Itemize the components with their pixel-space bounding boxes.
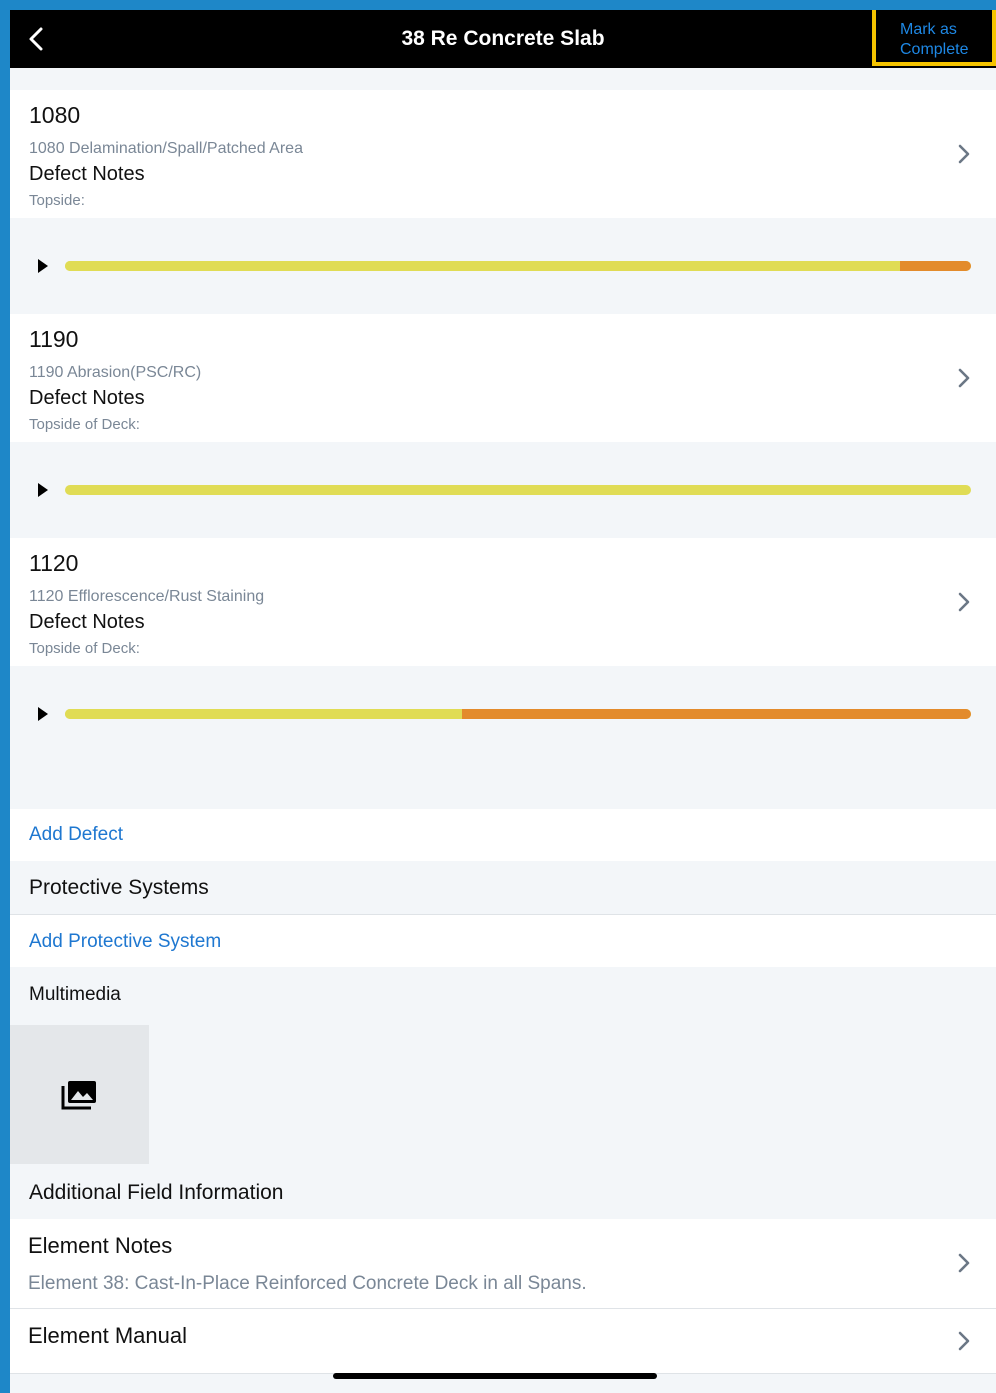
condition-state-bar	[65, 709, 971, 719]
chevron-right-icon	[956, 590, 972, 614]
add-defect-row[interactable]: Add Defect	[10, 809, 996, 861]
defect-name: 1120 Efflorescence/Rust Staining	[29, 588, 265, 605]
multimedia-title: Multimedia	[29, 984, 121, 1005]
chevron-right-icon	[956, 366, 972, 390]
cs2-segment	[65, 709, 462, 719]
add-media-tile[interactable]	[10, 1025, 149, 1164]
chevron-right-icon	[956, 1329, 972, 1353]
add-defect-link[interactable]: Add Defect	[29, 824, 123, 846]
defect-name: 1080 Delamination/Spall/Patched Area	[29, 140, 303, 157]
element-manual-label: Element Manual	[28, 1323, 187, 1348]
expand-play-icon[interactable]	[38, 483, 48, 497]
defect-row-1120[interactable]: 1120 1120 Efflorescence/Rust Staining De…	[10, 538, 996, 666]
defect-row-1080[interactable]: 1080 1080 Delamination/Spall/Patched Are…	[10, 90, 996, 218]
expand-play-icon[interactable]	[38, 707, 48, 721]
app-screen: 38 Re Concrete Slab Mark as Complete 108…	[10, 10, 996, 1393]
mark-complete-line2: Complete	[900, 41, 969, 58]
cs2-segment	[65, 261, 901, 271]
condition-state-row	[10, 218, 996, 314]
cs2-segment	[65, 485, 971, 495]
element-notes-row[interactable]: Element Notes Element 38: Cast-In-Place …	[10, 1219, 996, 1308]
defect-location: Topside of Deck:	[29, 640, 140, 657]
chevron-right-icon	[956, 142, 972, 166]
mark-complete-line1: Mark as	[900, 21, 957, 38]
defect-code: 1120	[29, 550, 79, 576]
element-notes-label: Element Notes	[28, 1233, 173, 1258]
defect-location: Topside:	[29, 192, 85, 209]
photo-library-icon	[60, 1079, 98, 1111]
cs3-segment	[900, 261, 971, 271]
home-indicator	[333, 1373, 657, 1379]
defect-name: 1190 Abrasion(PSC/RC)	[29, 364, 202, 381]
mark-as-complete-button[interactable]: Mark as Complete	[872, 10, 996, 66]
defect-notes-label: Defect Notes	[29, 163, 145, 185]
defect-notes-label: Defect Notes	[29, 611, 145, 633]
condition-state-row	[10, 442, 996, 538]
cs3-segment	[461, 709, 971, 719]
condition-state-bar	[65, 485, 971, 495]
defect-notes-label: Defect Notes	[29, 387, 145, 409]
additional-info-title: Additional Field Information	[29, 1181, 284, 1204]
defect-location: Topside of Deck:	[29, 416, 140, 433]
protective-systems-title: Protective Systems	[29, 876, 209, 899]
condition-state-bar	[65, 261, 971, 271]
expand-play-icon[interactable]	[38, 259, 48, 273]
defect-code: 1190	[29, 326, 79, 352]
condition-state-row	[10, 666, 996, 762]
page-title: 38 Re Concrete Slab	[401, 27, 605, 50]
element-notes-value: Element 38: Cast-In-Place Reinforced Con…	[28, 1273, 587, 1294]
defect-code: 1080	[29, 102, 81, 128]
element-manual-row[interactable]: Element Manual	[10, 1309, 996, 1373]
defect-row-1190[interactable]: 1190 1190 Abrasion(PSC/RC) Defect Notes …	[10, 314, 996, 442]
nav-header: 38 Re Concrete Slab Mark as Complete	[10, 10, 996, 68]
add-protective-system-link[interactable]: Add Protective System	[29, 931, 221, 953]
add-protective-system-row[interactable]: Add Protective System	[10, 915, 996, 967]
chevron-right-icon	[956, 1251, 972, 1275]
